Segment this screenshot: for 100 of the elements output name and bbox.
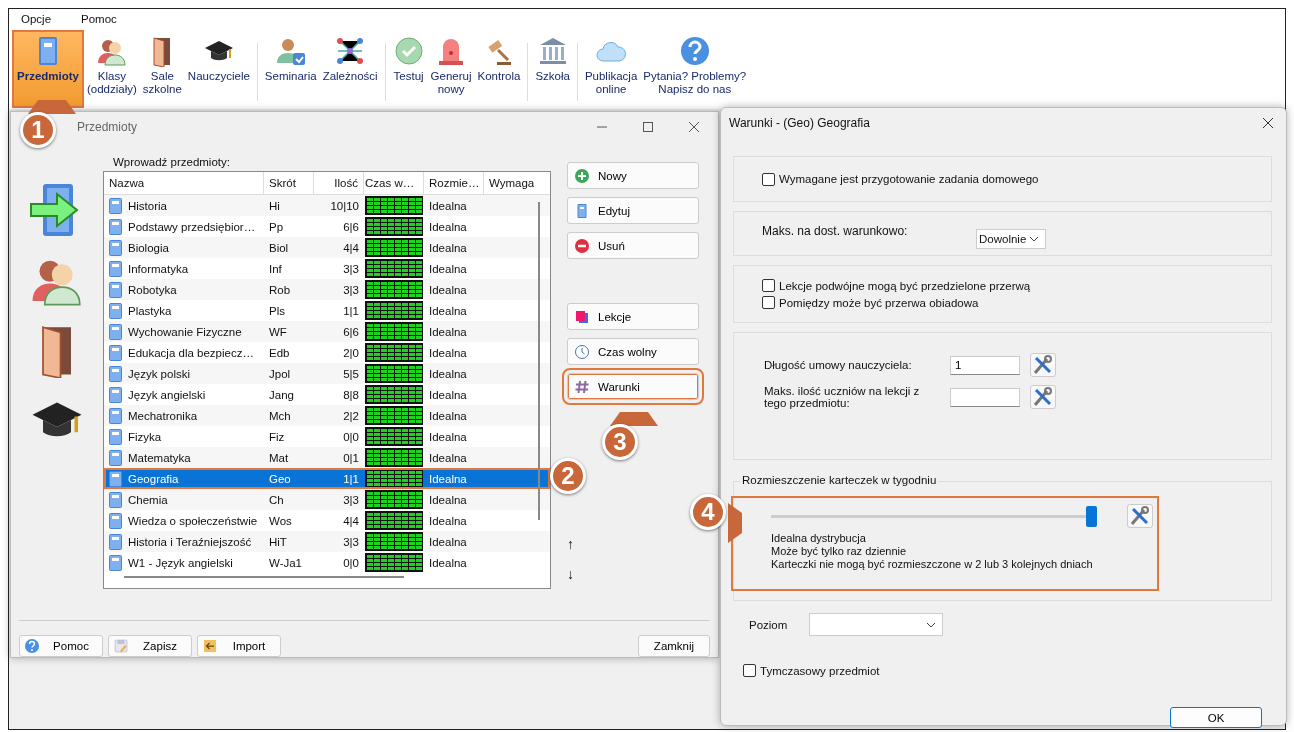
table-row[interactable]: Wiedza o społeczeństwie Wos 4|4 Idealna [104, 510, 550, 531]
table-row[interactable]: Fizyka Fiz 0|0 Idealna [104, 426, 550, 447]
menu-item[interactable]: Opcje [21, 13, 52, 25]
close-icon[interactable] [688, 121, 700, 133]
table-cell-text: Idealna [428, 241, 468, 254]
book-icon [109, 260, 122, 277]
book-icon [109, 365, 122, 382]
checkbox[interactable] [762, 279, 775, 292]
move-down-button[interactable]: ↓ [567, 566, 579, 582]
menu-item[interactable]: Pomoc [81, 13, 117, 25]
time-grid [365, 217, 423, 236]
dropdown[interactable]: Dowolnie [976, 228, 1046, 249]
toolbar-button[interactable]: Sale szkolne [140, 31, 184, 107]
action-button[interactable]: Usuń [567, 232, 699, 259]
book-icon [109, 281, 122, 298]
table-cell-text: Ch [268, 493, 285, 506]
action-button[interactable]: Lekcje [567, 303, 699, 330]
checkbox[interactable] [762, 172, 775, 186]
toolbar-button[interactable]: Generuj nowy [428, 31, 474, 107]
toolbar-button[interactable]: Pytania? Problemy? Napisz do nas [641, 31, 749, 107]
table-row[interactable]: Język angielski Jang 8|8 Idealna [104, 384, 550, 405]
book-icon [109, 470, 122, 487]
table-cell: Język angielski [128, 388, 206, 401]
table-row[interactable]: Edukacja dla bezpiecz… Edb 2|0 Idealna [104, 342, 550, 363]
ok-button[interactable]: OK [1170, 707, 1262, 728]
action-button[interactable]: Czas wolny [567, 338, 699, 365]
action-button[interactable]: Nowy [567, 162, 699, 189]
move-up-button[interactable]: ↑ [567, 536, 579, 552]
table-row[interactable]: Robotyka Rob 3|3 Idealna [104, 279, 550, 300]
settings-button[interactable] [1127, 504, 1153, 528]
column-header[interactable]: Nazwa [104, 172, 264, 194]
time-grid [365, 385, 423, 404]
toolbar-button[interactable]: Seminaria [262, 31, 319, 107]
table-cell-text: WF [268, 325, 288, 338]
scrollbar[interactable] [124, 576, 404, 578]
table-cell-text: Geo [268, 472, 292, 485]
chevron-down-icon [1029, 235, 1039, 242]
table-row[interactable]: Geografia Geo 1|1 Idealna [104, 468, 550, 489]
table-cell: Podstawy przedsiębior… [128, 220, 256, 233]
field-label: Długość umowy nauczyciela: [764, 359, 913, 371]
cards-icon [574, 308, 590, 325]
toolbar-button[interactable]: Nauczyciele [185, 31, 252, 107]
table-cell-text: 0|0 [342, 556, 360, 569]
table-row[interactable]: Chemia Ch 3|3 Idealna [104, 489, 550, 510]
book-icon [109, 533, 122, 550]
toolbar-button[interactable]: Zależności [320, 31, 380, 107]
toolbar-button[interactable]: Przedmioty [13, 31, 83, 107]
table-row[interactable]: Historia i Teraźniejszość HiT 3|3 Idealna [104, 531, 550, 552]
settings-button[interactable] [1030, 385, 1056, 409]
table-cell: Historia i Teraźniejszość [128, 535, 252, 548]
action-button[interactable]: Edytuj [567, 197, 699, 224]
toolbar-button[interactable]: Szkoła [533, 31, 572, 107]
input-field[interactable]: 1 [950, 355, 1020, 375]
toolbar-button[interactable]: Kontrola [475, 31, 523, 107]
checkbox[interactable] [743, 664, 756, 677]
settings-button[interactable] [1030, 353, 1056, 377]
input-field[interactable] [950, 387, 1020, 407]
toolbar-button[interactable]: Publikacja online [582, 31, 640, 107]
table-row[interactable]: Historia Hi 10|10 Idealna [104, 195, 550, 216]
table-cell-text: Idealna [428, 388, 468, 401]
table-row[interactable]: Wychowanie Fizyczne WF 6|6 Idealna [104, 321, 550, 342]
table-cell-text: 3|3 [342, 535, 360, 548]
table-row[interactable]: Biologia Biol 4|4 Idealna [104, 237, 550, 258]
time-grid [365, 364, 423, 383]
table-row[interactable]: Mechatronika Mch 2|2 Idealna [104, 405, 550, 426]
footer-button[interactable]: Zapisz [108, 635, 192, 657]
slider-thumb[interactable] [1086, 505, 1098, 527]
table-cell: Geografia [128, 472, 179, 485]
table-cell-text: Jpol [268, 367, 292, 380]
checkbox-label: Lekcje podwójne mogą być przedzielone przerwą [779, 279, 1031, 292]
callout-pointer [28, 100, 76, 114]
table-cell-text: Idealna [428, 262, 468, 275]
footer-button[interactable]: Import [197, 635, 281, 657]
column-header[interactable]: Czas w… [364, 172, 424, 194]
table-row[interactable]: W1 - Język angielski W-Ja1 0|0 Idealna [104, 552, 550, 573]
footer-button[interactable]: Pomoc [19, 635, 103, 657]
table-row[interactable]: Plastyka Pls 1|1 Idealna [104, 300, 550, 321]
table-row[interactable]: Matematyka Mat 0|1 Idealna [104, 447, 550, 468]
close-icon[interactable] [1262, 117, 1274, 129]
hash-icon [574, 378, 590, 395]
book-icon [109, 323, 122, 340]
table-row[interactable]: Język polski Jpol 5|5 Idealna [104, 363, 550, 384]
column-header[interactable]: Rozmie… [424, 172, 484, 194]
plus-icon [574, 167, 590, 184]
toolbar-button[interactable]: Klasy (oddziały) [85, 31, 139, 107]
column-header[interactable]: Ilość [314, 172, 364, 194]
column-header[interactable]: Skrót [264, 172, 314, 194]
checkbox[interactable] [762, 296, 775, 309]
table-row[interactable]: Informatyka Inf 3|3 Idealna [104, 258, 550, 279]
table-cell: Biologia [128, 241, 169, 254]
scrollbar[interactable] [538, 202, 540, 520]
book-icon [109, 239, 122, 256]
toolbar-button[interactable]: Testuj [390, 31, 427, 107]
maximize-icon[interactable] [642, 121, 654, 133]
time-grid [365, 196, 423, 215]
table-row[interactable]: Podstawy przedsiębior… Pp 6|6 Idealna [104, 216, 550, 237]
column-header[interactable]: Wymaga [484, 172, 540, 194]
close-button[interactable]: Zamknij [638, 635, 710, 657]
table-cell-text: 2|2 [342, 409, 360, 422]
description-text: Może być tylko raz dziennie [771, 545, 908, 558]
